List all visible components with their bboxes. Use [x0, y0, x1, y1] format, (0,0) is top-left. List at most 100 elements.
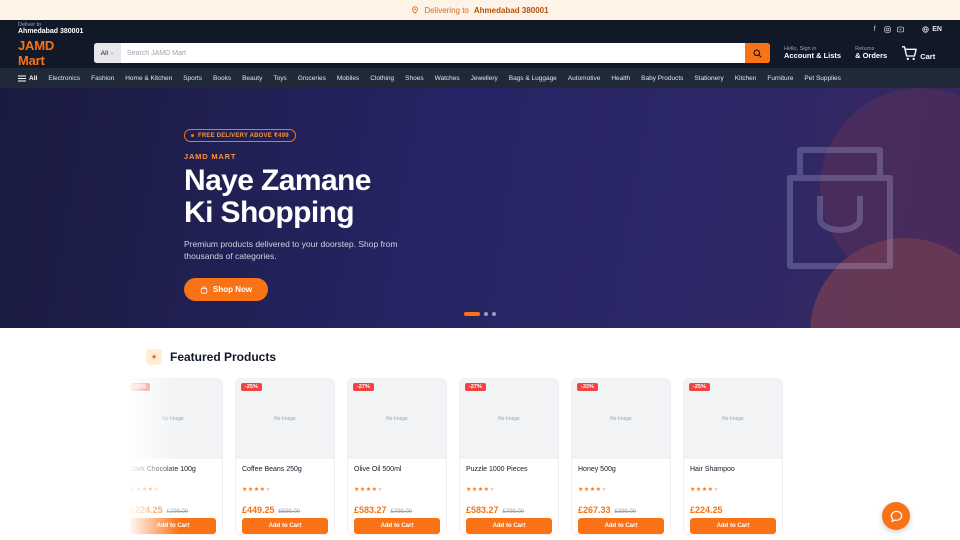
- star-rating: ★★★★★: [130, 487, 160, 493]
- product-image[interactable]: No Image: [130, 379, 222, 459]
- product-image[interactable]: No Image: [236, 379, 334, 459]
- product-name[interactable]: Coffee Beans 250g: [242, 465, 328, 486]
- deliver-to[interactable]: Deliver to Ahmedabad 380001: [18, 22, 84, 36]
- slide-dot[interactable]: [492, 312, 496, 316]
- site-logo[interactable]: JAMD Mart: [18, 38, 80, 68]
- star-rating: ★★★★★: [578, 487, 608, 493]
- product-card[interactable]: No Image -33% Honey 500g ★★★★★ £267.33 £399.0…: [571, 378, 671, 535]
- add-to-cart-button[interactable]: Add to Cart: [690, 518, 776, 534]
- search-button[interactable]: [745, 43, 770, 63]
- search-input[interactable]: [121, 43, 745, 63]
- nav-item-mobiles[interactable]: Mobiles: [337, 75, 359, 82]
- product-name[interactable]: Dark Chocolate 100g: [130, 465, 216, 486]
- shop-now-button[interactable]: Shop Now: [184, 278, 269, 302]
- slide-dot[interactable]: [484, 312, 488, 316]
- discount-badge: -27%: [465, 383, 486, 391]
- hero-content: FREE DELIVERY ABOVE ₹499 JAMD MART Naye …: [184, 124, 444, 302]
- product-card[interactable]: No Image -25% Dark Chocolate 100g ★★★★★ £224…: [130, 378, 223, 535]
- current-price: £583.27: [466, 505, 499, 515]
- utility-bar: Deliver to Ahmedabad 380001 f EN: [0, 20, 960, 38]
- all-categories-label: All: [29, 74, 38, 82]
- nav-item-health[interactable]: Health: [611, 75, 630, 82]
- nav-item-furniture[interactable]: Furniture: [767, 75, 793, 82]
- nav-item-groceries[interactable]: Groceries: [298, 75, 326, 82]
- product-name[interactable]: Honey 500g: [578, 465, 664, 486]
- nav-item-home-kitchen[interactable]: Home & Kitchen: [125, 75, 172, 82]
- star-rating: ★★★★★: [242, 487, 272, 493]
- account-menu[interactable]: Hello, Sign in Account & Lists: [784, 46, 841, 61]
- product-carousel: No ImageGrey Formal Blazer with Dress Tr…: [130, 378, 830, 538]
- product-image[interactable]: No Image: [348, 379, 446, 459]
- product-price: £224.25: [690, 505, 776, 515]
- product-image[interactable]: No Image: [572, 379, 670, 459]
- nav-item-clothing[interactable]: Clothing: [370, 75, 394, 82]
- slide-dot[interactable]: [464, 312, 480, 316]
- discount-badge: -25%: [130, 383, 150, 391]
- nav-item-pet-supplies[interactable]: Pet Supplies: [804, 75, 841, 82]
- deliver-to-location: Ahmedabad 380001: [18, 28, 84, 36]
- original-price: £799.00: [390, 509, 413, 515]
- language-selector[interactable]: EN: [922, 26, 942, 33]
- add-to-cart-button[interactable]: Add to Cart: [466, 518, 552, 534]
- main-header: JAMD Mart All ⌄ Hello, Sign in Account &…: [0, 38, 960, 68]
- add-to-cart-button[interactable]: Add to Cart: [130, 518, 216, 534]
- returns-orders[interactable]: Returns & Orders: [855, 46, 887, 61]
- discount-badge: -27%: [353, 383, 374, 391]
- account-label: Account & Lists: [784, 50, 842, 60]
- current-price: £224.25: [130, 505, 163, 515]
- search-category-select[interactable]: All ⌄: [94, 43, 121, 63]
- youtube-icon[interactable]: [897, 26, 905, 33]
- hero-subtitle: Premium products delivered to your doors…: [184, 238, 398, 262]
- nav-item-automotive[interactable]: Automotive: [568, 75, 601, 82]
- nav-item-watches[interactable]: Watches: [435, 75, 460, 82]
- product-name[interactable]: Hair Shampoo: [690, 465, 776, 486]
- nav-item-kitchen[interactable]: Kitchen: [735, 75, 757, 82]
- add-to-cart-button[interactable]: Add to Cart: [578, 518, 664, 534]
- nav-item-baby-products[interactable]: Baby Products: [641, 75, 683, 82]
- add-to-cart-button[interactable]: Add to Cart: [242, 518, 328, 534]
- nav-item-stationery[interactable]: Stationery: [694, 75, 723, 82]
- all-categories-button[interactable]: All: [18, 75, 37, 82]
- globe-icon: [922, 25, 929, 33]
- current-price: £267.33: [578, 505, 611, 515]
- current-price: £449.25: [242, 505, 275, 515]
- cart-button[interactable]: Cart: [901, 45, 935, 61]
- nav-item-sports[interactable]: Sports: [183, 75, 202, 82]
- shopping-bag-icon: [787, 147, 893, 269]
- shop-now-label: Shop Now: [213, 285, 253, 295]
- no-image-label: No Image: [610, 416, 632, 422]
- no-image-label: No Image: [722, 416, 744, 422]
- product-card[interactable]: No Image -27% Puzzle 1000 Pieces ★★★★★ £583.…: [459, 378, 559, 535]
- search-icon: [753, 49, 762, 57]
- carousel-fade-right: [785, 378, 830, 538]
- facebook-icon[interactable]: f: [871, 26, 878, 33]
- chat-button[interactable]: [882, 502, 910, 530]
- delivery-prefix: Delivering to: [424, 5, 469, 15]
- product-track: No ImageGrey Formal Blazer with Dress Tr…: [130, 378, 783, 535]
- hero-headline-line-2: Ki Shopping: [184, 196, 355, 230]
- product-name[interactable]: Puzzle 1000 Pieces: [466, 465, 552, 486]
- instagram-icon[interactable]: [884, 25, 891, 33]
- product-card[interactable]: No Image -25% Hair Shampoo ★★★★★ £224.25 Add …: [683, 378, 783, 535]
- product-image[interactable]: No Image: [684, 379, 782, 459]
- product-price: £449.25 £599.00: [242, 505, 328, 515]
- chevron-down-icon: ⌄: [110, 50, 115, 56]
- nav-item-electronics[interactable]: Electronics: [48, 75, 80, 82]
- add-to-cart-button[interactable]: Add to Cart: [354, 518, 440, 534]
- category-nav: All Electronics Fashion Home & Kitchen S…: [0, 68, 960, 88]
- product-image[interactable]: No Image: [460, 379, 558, 459]
- product-name[interactable]: Olive Oil 500ml: [354, 465, 440, 486]
- nav-item-beauty[interactable]: Beauty: [242, 75, 262, 82]
- hero-headline-line-1: Naye Zamane: [184, 164, 371, 197]
- nav-item-fashion[interactable]: Fashion: [91, 75, 114, 82]
- delivery-banner: Delivering to Ahmedabad 380001: [0, 0, 960, 20]
- nav-item-toys[interactable]: Toys: [273, 75, 286, 82]
- no-image-label: No Image: [498, 416, 520, 422]
- nav-item-jewellery[interactable]: Jewellery: [471, 75, 498, 82]
- product-card[interactable]: No Image -25% Coffee Beans 250g ★★★★★ £449.2…: [235, 378, 335, 535]
- product-card[interactable]: No Image -27% Olive Oil 500ml ★★★★★ £583.27 £…: [347, 378, 447, 535]
- nav-item-books[interactable]: Books: [213, 75, 231, 82]
- nav-item-bags-luggage[interactable]: Bags & Luggage: [509, 75, 557, 82]
- star-rating: ★★★★★: [466, 487, 496, 493]
- nav-item-shoes[interactable]: Shoes: [405, 75, 423, 82]
